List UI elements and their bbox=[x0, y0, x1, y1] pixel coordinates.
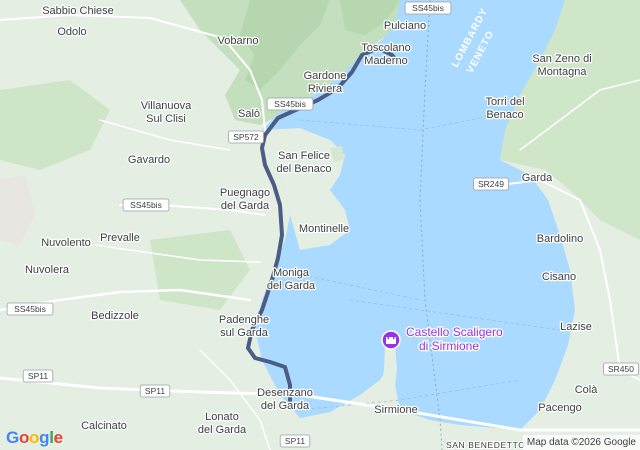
place-label-gavardo: Gavardo bbox=[128, 154, 170, 166]
road-shield-sp11: SP11 bbox=[279, 434, 311, 448]
road-shield-ss45bis: SS45bis bbox=[404, 1, 452, 15]
place-label-gardone-riviera: Riviera bbox=[308, 83, 343, 95]
place-label-villanuova: Sul Clisi bbox=[146, 113, 186, 125]
road-shield-label: SP11 bbox=[145, 386, 165, 396]
road-shield-label: SP11 bbox=[285, 436, 305, 446]
place-label-cola: Colà bbox=[575, 384, 599, 396]
road-shield-label: SP572 bbox=[233, 132, 259, 142]
place-label-lonato: del Garda bbox=[198, 424, 247, 436]
place-label-lonato: Lonato bbox=[205, 411, 239, 423]
place-label-lazise: Lazise bbox=[560, 321, 592, 333]
place-label-padenghe: sul Garda bbox=[220, 327, 269, 339]
map-attribution[interactable]: Map data ©2026 Google bbox=[522, 435, 640, 450]
road-shield-label: SS45bis bbox=[274, 99, 306, 109]
road-shield-sr450: SR450 bbox=[603, 362, 639, 376]
poi-label-line2: di Sirmione bbox=[419, 339, 479, 353]
road-shield-label: SS45bis bbox=[130, 200, 162, 210]
road-shield-sp572: SP572 bbox=[228, 130, 264, 144]
road-shield-label: SR249 bbox=[478, 179, 504, 189]
road-shield-ss45bis: SS45bis bbox=[122, 198, 170, 212]
place-label-puegnago: del Garda bbox=[221, 200, 270, 212]
place-label-san-felice: del Benaco bbox=[276, 163, 331, 175]
place-label-bardolino: Bardolino bbox=[537, 233, 583, 245]
logo-letter: G bbox=[6, 428, 19, 447]
place-label-pulciano: Pulciano bbox=[384, 20, 426, 32]
place-label-sabbio-chiese: Sabbio Chiese bbox=[42, 5, 114, 17]
place-label-montinelle: Montinelle bbox=[299, 223, 349, 235]
place-label-desenzano: del Garda bbox=[261, 400, 310, 412]
logo-letter: g bbox=[39, 428, 50, 447]
place-label-nuvolera: Nuvolera bbox=[25, 264, 70, 276]
road-shield-label: SS45bis bbox=[412, 3, 444, 13]
place-label-san-felice: San Felice bbox=[278, 150, 330, 162]
place-label-toscolano-maderno: Maderno bbox=[364, 55, 407, 67]
road-shield-label: SP11 bbox=[28, 371, 48, 381]
place-label-san-zeno: Montagna bbox=[538, 66, 588, 78]
place-label-garda: Garda bbox=[522, 172, 553, 184]
map-canvas[interactable]: SS45bis SS45bis SP572 SS45bis SS45bis SP11 SP1… bbox=[0, 0, 640, 450]
road-shield-sr249: SR249 bbox=[473, 177, 509, 191]
poi-label-line1: Castello Scaligero bbox=[406, 325, 503, 339]
place-label-san-zeno: San Zeno di bbox=[532, 53, 591, 65]
place-label-cisano: Cisano bbox=[542, 271, 576, 283]
place-label-pacengo: Pacengo bbox=[538, 402, 581, 414]
place-label-torri: Benaco bbox=[486, 109, 523, 121]
road-shield-sp11: SP11 bbox=[139, 384, 171, 398]
google-logo: Google bbox=[6, 428, 63, 448]
place-label-salo: Salò bbox=[238, 108, 260, 120]
place-label-bedizzole: Bedizzole bbox=[91, 310, 139, 322]
place-label-prevalle: Prevalle bbox=[100, 232, 140, 244]
place-label-moniga: Moniga bbox=[273, 267, 310, 279]
logo-letter: o bbox=[18, 428, 30, 447]
place-label-villanuova: Villanuova bbox=[141, 100, 192, 112]
road-shield-ss45bis: SS45bis bbox=[6, 302, 54, 316]
place-label-gardone-riviera: Gardone bbox=[304, 70, 347, 82]
place-label-padenghe: Padenghe bbox=[219, 314, 269, 326]
road-shield-ss45bis: SS45bis bbox=[266, 97, 314, 111]
logo-letter: e bbox=[53, 428, 63, 447]
place-label-puegnago: Puegnago bbox=[220, 187, 270, 199]
place-label-desenzano: Desenzano bbox=[257, 387, 313, 399]
road-shield-sp11: SP11 bbox=[22, 369, 54, 383]
place-label-odolo: Odolo bbox=[57, 26, 86, 38]
place-label-sirmione: Sirmione bbox=[374, 404, 417, 416]
place-label-san-benedetto: SAN BENEDETTO bbox=[446, 440, 525, 450]
place-label-nuvolento: Nuvolento bbox=[41, 237, 91, 249]
place-label-torri: Torri del bbox=[485, 96, 524, 108]
place-label-toscolano-maderno: Toscolano bbox=[361, 42, 411, 54]
place-label-vobarno: Vobarno bbox=[218, 35, 259, 47]
road-shield-label: SR450 bbox=[608, 364, 634, 374]
castle-icon-glyph bbox=[386, 337, 396, 344]
place-label-calcinato: Calcinato bbox=[81, 420, 127, 432]
road-shield-label: SS45bis bbox=[14, 304, 46, 314]
place-label-moniga: del Garda bbox=[267, 280, 316, 292]
logo-letter: o bbox=[29, 428, 40, 447]
